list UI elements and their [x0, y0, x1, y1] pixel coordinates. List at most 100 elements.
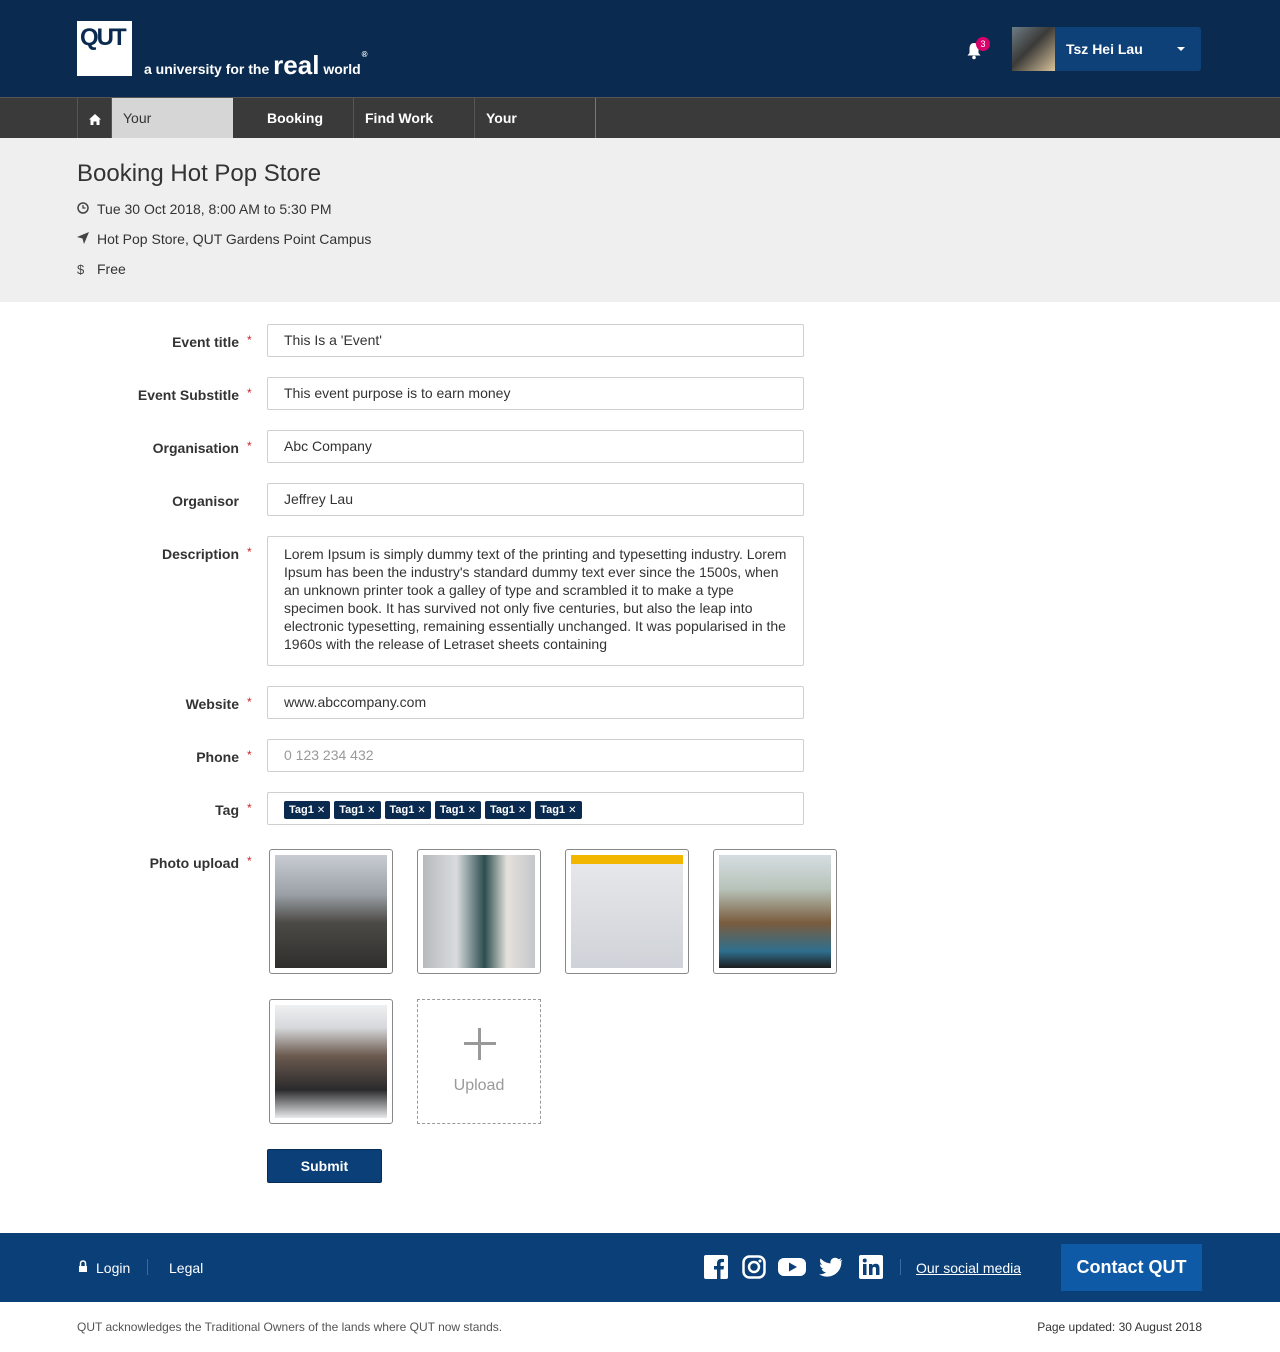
- footer-divider: [147, 1259, 148, 1275]
- twitter-icon[interactable]: [819, 1255, 843, 1279]
- tag-chip-label: Tag1: [540, 804, 566, 816]
- tag-chip: Tag1 ✕: [535, 801, 582, 819]
- login-link[interactable]: Login: [96, 1260, 130, 1276]
- photo-image: [719, 855, 831, 968]
- close-icon[interactable]: ✕: [568, 805, 576, 816]
- qut-logo[interactable]: QUT: [77, 21, 132, 76]
- close-icon[interactable]: ✕: [468, 805, 476, 816]
- photo-thumbnail[interactable]: [269, 849, 393, 974]
- tag-chip: Tag1 ✕: [284, 801, 331, 819]
- user-name: Tsz Hei Lau: [1066, 41, 1143, 57]
- description-label: Description: [161, 546, 239, 562]
- contact-qut-button[interactable]: Contact QUT: [1061, 1244, 1202, 1291]
- tag-chip: Tag1 ✕: [485, 801, 532, 819]
- site-footer: Login Legal Our social media Contact QUT: [0, 1233, 1280, 1302]
- tag-label: Tag: [215, 802, 239, 818]
- event-substitle-label: Event Substitle: [137, 387, 239, 403]
- required-mark: *: [247, 545, 252, 559]
- avatar: [1012, 27, 1055, 71]
- photo-thumbnail[interactable]: [565, 849, 689, 974]
- upload-button[interactable]: Upload: [417, 999, 541, 1124]
- nav-your-dashboard-2[interactable]: Your Dashboard: [474, 98, 595, 166]
- event-price: $ Free: [77, 261, 126, 277]
- tag-chip-label: Tag1: [439, 804, 465, 816]
- social-media-link[interactable]: Our social media: [916, 1260, 1021, 1276]
- close-icon[interactable]: ✕: [518, 805, 526, 816]
- event-datetime: Tue 30 Oct 2018, 8:00 AM to 5:30 PM: [77, 201, 332, 217]
- photo-thumbnail[interactable]: [417, 849, 541, 974]
- photo-thumbnail[interactable]: [269, 999, 393, 1124]
- upload-label: Upload: [453, 1077, 505, 1094]
- legal-link[interactable]: Legal: [169, 1260, 203, 1276]
- nav-booking[interactable]: Booking: [256, 98, 353, 138]
- photo-image: [275, 855, 387, 968]
- chevron-down-icon: [1177, 47, 1185, 51]
- footer-bottom-bar: QUT acknowledges the Traditional Owners …: [0, 1302, 1280, 1352]
- page-title: Booking Hot Pop Store: [77, 160, 322, 187]
- phone-input[interactable]: 0 123 234 432: [267, 739, 804, 772]
- photo-image: [423, 855, 535, 968]
- required-mark: *: [247, 748, 252, 762]
- tag-chip-label: Tag1: [339, 804, 365, 816]
- website-input[interactable]: www.abccompany.com: [267, 686, 804, 719]
- site-header: QUT a university for the real world® 3 T…: [0, 0, 1280, 97]
- event-title-label: Event title: [172, 334, 239, 350]
- photo-thumbnail[interactable]: [713, 849, 837, 974]
- logo-text: QUT: [80, 24, 127, 51]
- photo-image: [571, 855, 683, 968]
- website-label: Website: [185, 696, 239, 712]
- event-location-text: Hot Pop Store, QUT Gardens Point Campus: [97, 231, 372, 247]
- event-price-text: Free: [97, 261, 126, 277]
- event-substitle-input[interactable]: This event purpose is to earn money: [267, 377, 804, 410]
- event-title-input[interactable]: This Is a 'Event': [267, 324, 804, 357]
- location-arrow-icon: [77, 232, 97, 247]
- submit-button[interactable]: Submit: [267, 1149, 382, 1183]
- photo-image: [275, 1005, 387, 1118]
- acknowledgement-text: QUT acknowledges the Traditional Owners …: [77, 1320, 503, 1334]
- tagline: a university for the real world®: [144, 50, 368, 81]
- close-icon[interactable]: ✕: [317, 805, 325, 816]
- notification-badge: 3: [976, 37, 990, 51]
- dollar-icon: $: [77, 262, 85, 277]
- booking-form: Event title * This Is a 'Event' Event Su…: [0, 302, 1280, 1233]
- tag-chip-label: Tag1: [389, 804, 415, 816]
- organisation-label: Organisation: [152, 440, 239, 456]
- photo-upload-label: Photo upload: [149, 855, 239, 871]
- linkedin-icon[interactable]: [859, 1255, 883, 1279]
- event-datetime-text: Tue 30 Oct 2018, 8:00 AM to 5:30 PM: [97, 201, 332, 217]
- description-textarea[interactable]: Lorem Ipsum is simply dummy text of the …: [267, 536, 804, 666]
- tagline-world: world: [323, 61, 361, 77]
- close-icon[interactable]: ✕: [417, 805, 425, 816]
- registered-mark: ®: [361, 50, 368, 59]
- required-mark: *: [247, 695, 252, 709]
- required-mark: *: [247, 854, 252, 868]
- event-info: Booking Hot Pop Store Tue 30 Oct 2018, 8…: [0, 138, 1280, 302]
- required-mark: *: [247, 333, 252, 347]
- nav-divider: [595, 98, 596, 138]
- youtube-icon[interactable]: [778, 1255, 806, 1279]
- close-icon[interactable]: ✕: [367, 805, 375, 816]
- nav-find-work[interactable]: Find Work: [353, 98, 474, 138]
- facebook-icon[interactable]: [704, 1255, 728, 1279]
- tagline-real: real: [273, 50, 320, 80]
- tag-input[interactable]: Tag1 ✕ Tag1 ✕ Tag1 ✕ Tag1 ✕ Tag1 ✕ Tag1 ✕: [267, 792, 804, 825]
- page-updated-text: Page updated: 30 August 2018: [1037, 1320, 1202, 1334]
- organisor-label: Organisor: [172, 493, 239, 509]
- nav-home[interactable]: [77, 98, 111, 138]
- tag-chip: Tag1 ✕: [384, 801, 431, 819]
- tagline-prefix: a university for the: [144, 61, 270, 77]
- main-nav: Your Dashboard Booking Find Work Your Da…: [0, 97, 1280, 166]
- event-location: Hot Pop Store, QUT Gardens Point Campus: [77, 231, 371, 247]
- tag-chip: Tag1 ✕: [434, 801, 481, 819]
- organisor-input[interactable]: Jeffrey Lau: [267, 483, 804, 516]
- plus-icon: [464, 1028, 496, 1060]
- nav-your-dashboard[interactable]: Your Dashboard: [111, 98, 233, 166]
- user-menu-button[interactable]: Tsz Hei Lau: [1012, 27, 1201, 71]
- tag-chip-label: Tag1: [289, 804, 314, 816]
- required-mark: *: [247, 801, 252, 815]
- home-icon: [88, 113, 101, 125]
- organisation-input[interactable]: Abc Company: [267, 430, 804, 463]
- required-mark: *: [247, 439, 252, 453]
- instagram-icon[interactable]: [742, 1255, 766, 1279]
- footer-divider: [900, 1259, 901, 1275]
